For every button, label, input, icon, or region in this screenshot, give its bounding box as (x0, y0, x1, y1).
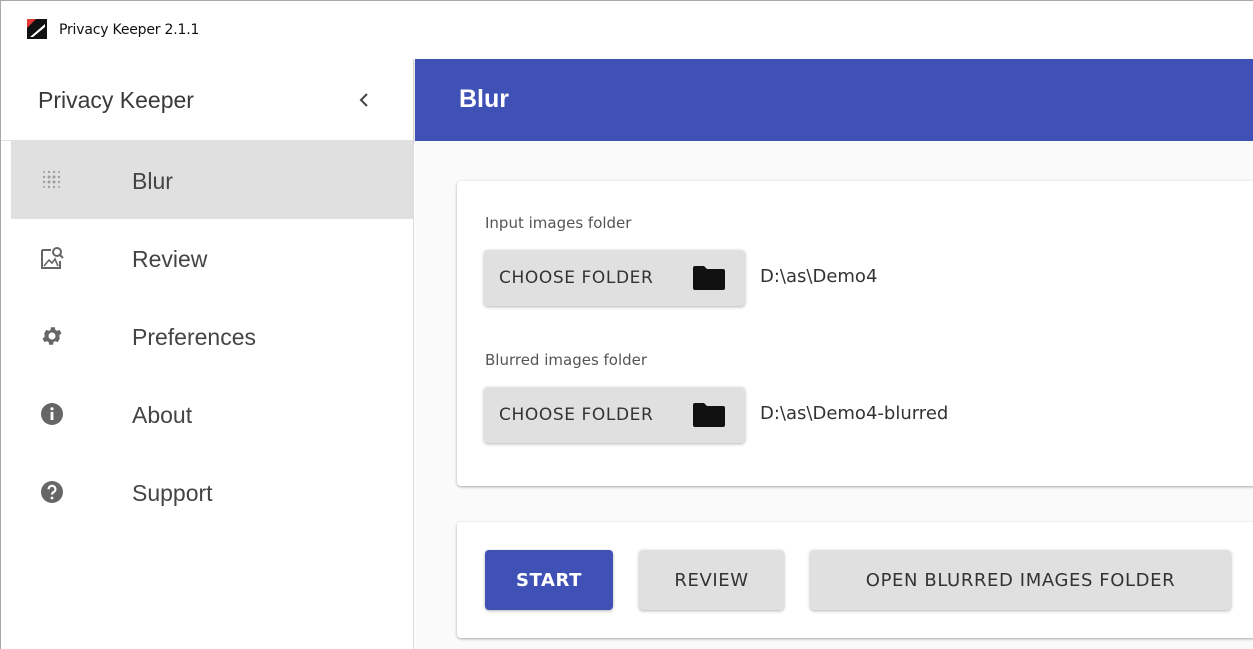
gear-icon (39, 323, 65, 349)
output-folder-path: D:\as\Demo4-blurred (760, 403, 949, 424)
choose-output-folder-button[interactable]: CHOOSE FOLDER (484, 387, 745, 443)
sidebar-item-blur[interactable]: Blur (11, 141, 413, 219)
folder-icon (693, 266, 725, 290)
sidebar-item-label: Preferences (132, 324, 257, 350)
app-logo-icon (27, 19, 47, 39)
sidebar-item-about[interactable]: About (11, 375, 413, 453)
sidebar-item-preferences[interactable]: Preferences (11, 297, 413, 375)
input-folder-label: Input images folder (485, 214, 632, 232)
app-window: Privacy Keeper 2.1.1 Privacy Keeper Blur… (0, 0, 1253, 649)
title-bar: Privacy Keeper 2.1.1 (1, 1, 1253, 59)
sidebar-item-label: About (132, 402, 193, 428)
sidebar-item-label: Review (132, 246, 208, 272)
button-label: CHOOSE FOLDER (499, 405, 654, 425)
sidebar-item-label: Blur (132, 168, 173, 194)
open-blurred-folder-button[interactable]: OPEN BLURRED IMAGES FOLDER (810, 550, 1231, 610)
folders-card: Input images folder CHOOSE FOLDER D:\as\… (457, 181, 1253, 486)
image-search-icon (39, 245, 65, 271)
choose-input-folder-button[interactable]: CHOOSE FOLDER (484, 250, 745, 306)
sidebar: Privacy Keeper Blur Review Preferences A… (1, 59, 414, 649)
chevron-left-icon (359, 93, 368, 107)
sidebar-item-review[interactable]: Review (11, 219, 413, 297)
sidebar-title: Privacy Keeper (38, 87, 194, 113)
folder-icon (693, 403, 725, 427)
sidebar-item-label: Support (132, 480, 213, 506)
help-icon (39, 479, 65, 505)
sidebar-header: Privacy Keeper (1, 59, 413, 141)
main-content: Input images folder CHOOSE FOLDER D:\as\… (415, 141, 1253, 649)
actions-card: START REVIEW OPEN BLURRED IMAGES FOLDER (457, 522, 1253, 638)
info-icon (39, 401, 65, 427)
input-folder-path: D:\as\Demo4 (760, 266, 878, 287)
page-title: Blur (459, 85, 509, 113)
app-header: Blur (415, 59, 1253, 141)
review-button[interactable]: REVIEW (639, 550, 784, 610)
collapse-sidebar-button[interactable] (347, 83, 381, 117)
button-label: CHOOSE FOLDER (499, 268, 654, 288)
blur-dots-icon (39, 167, 65, 193)
sidebar-item-support[interactable]: Support (11, 453, 413, 531)
window-title: Privacy Keeper 2.1.1 (59, 22, 200, 38)
start-button[interactable]: START (485, 550, 613, 610)
output-folder-label: Blurred images folder (485, 351, 648, 369)
